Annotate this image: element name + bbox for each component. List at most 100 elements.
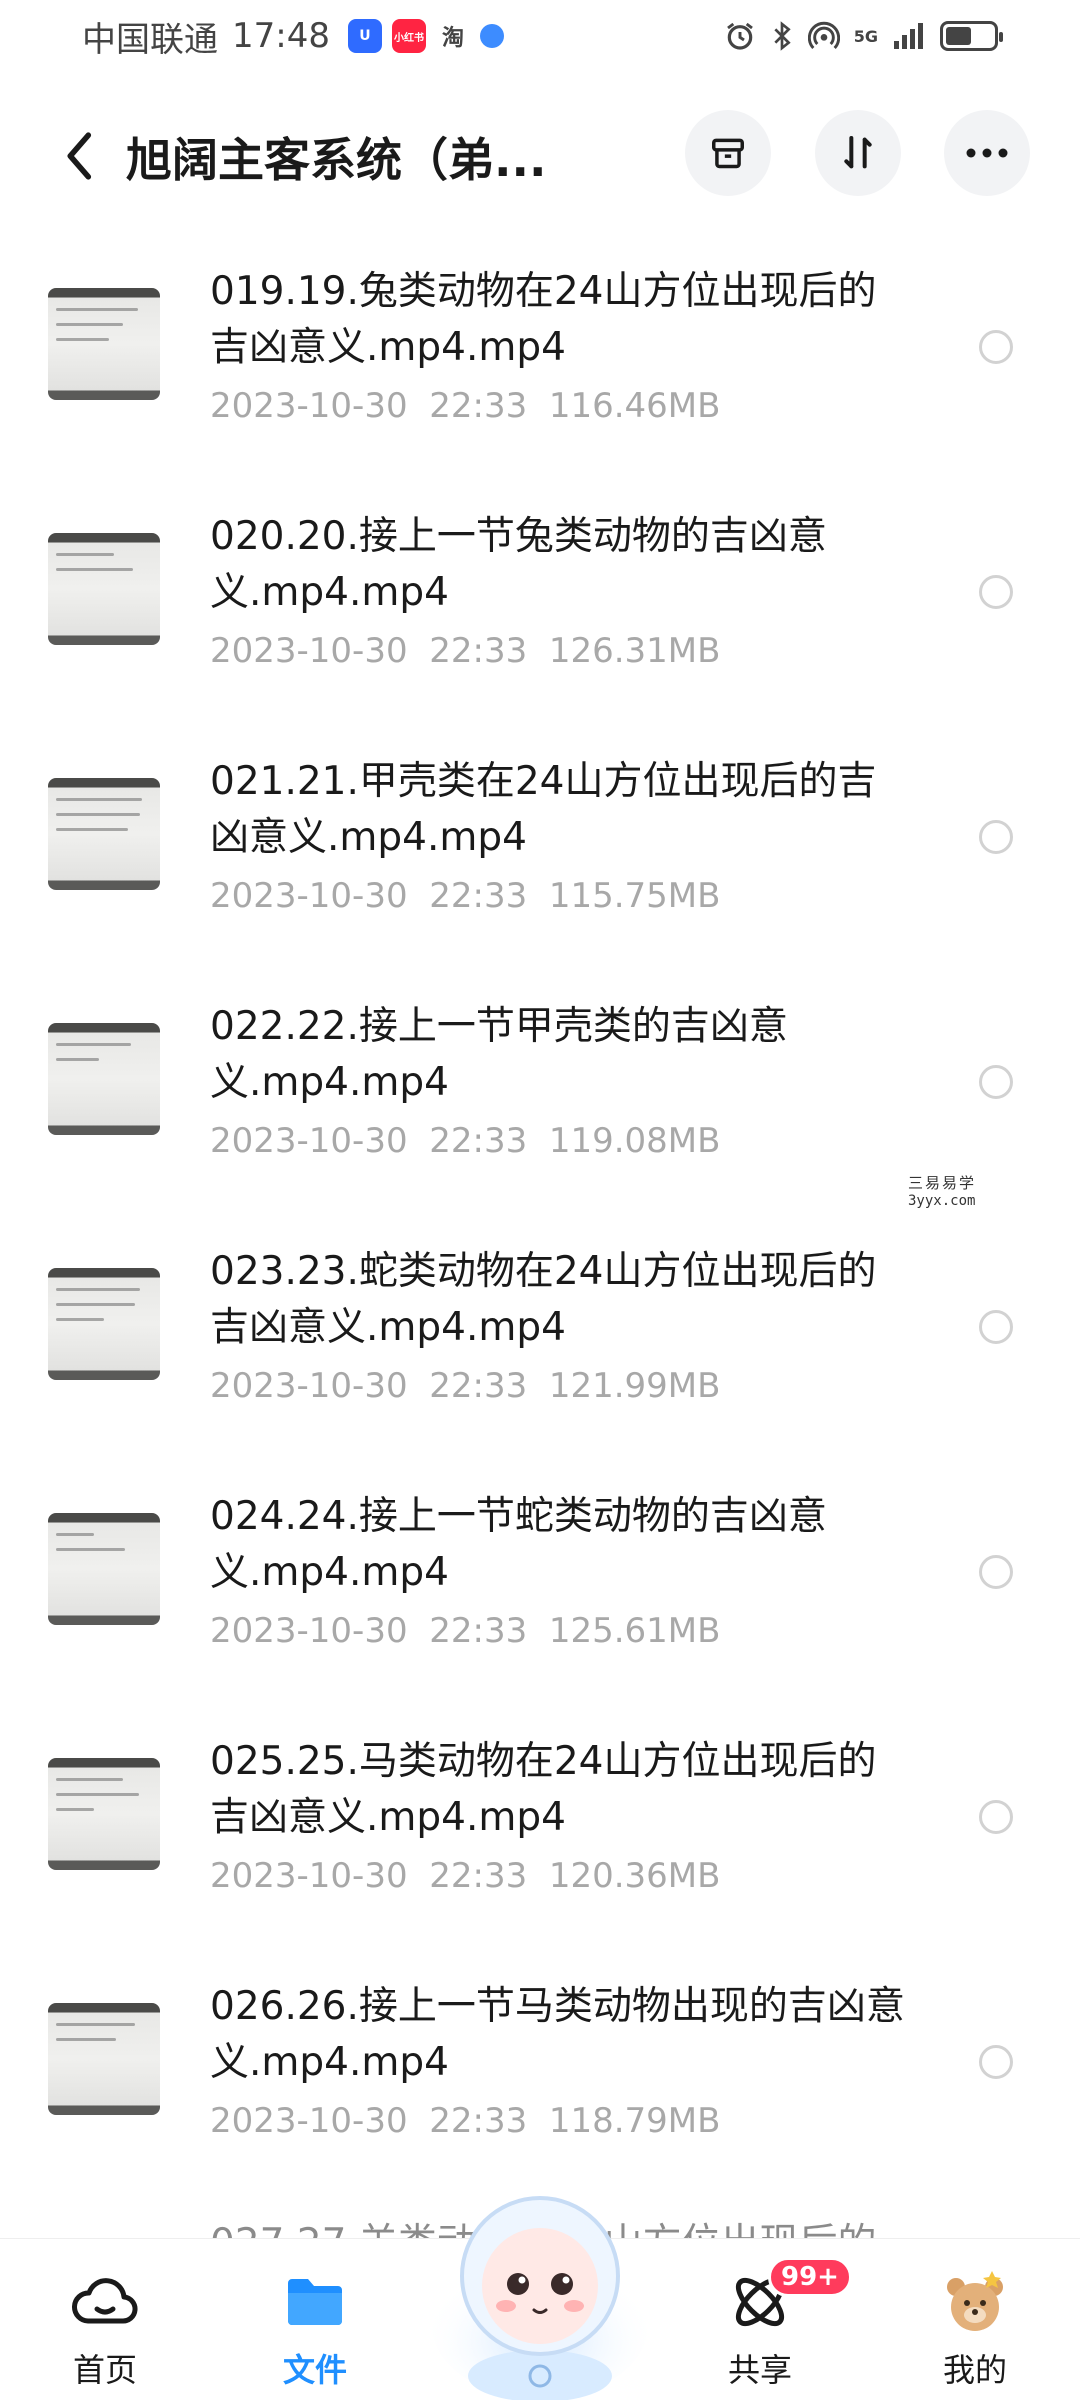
file-name: 025.25.马类动物在24山方位出现后的吉凶意义.mp4.mp4 (210, 1739, 877, 1840)
video-thumbnail (48, 288, 160, 400)
file-row[interactable]: 019.19.兔类动物在24山方位出现后的吉凶意义.mp4.mp4 2023-1… (0, 246, 1080, 491)
select-checkbox[interactable] (979, 1310, 1013, 1344)
more-button[interactable] (944, 110, 1030, 196)
sort-icon (844, 136, 872, 169)
file-size: 116.46MB (548, 386, 721, 426)
status-bar: 中国联通 17:48 U 小红书 淘 5G (0, 0, 1080, 72)
clock-time: 17:48 (232, 16, 330, 56)
nav-label: 首页 (72, 2351, 137, 2389)
file-meta: 2023-10-30 22:33 116.46MB (210, 386, 720, 426)
select-checkbox[interactable] (979, 1555, 1013, 1589)
video-thumbnail (48, 533, 160, 645)
select-checkbox[interactable] (979, 575, 1013, 609)
folder-icon (288, 2279, 342, 2325)
file-meta: 2023-10-30 22:33 120.36MB (210, 1856, 720, 1896)
file-time: 22:33 (429, 631, 528, 671)
more-dots-icon (966, 148, 1008, 158)
astronaut-mascot-icon (432, 2196, 648, 2400)
file-date: 2023-10-30 (210, 1856, 408, 1896)
page-title: 旭阔主客系统（弟... (126, 133, 547, 187)
file-meta: 2023-10-30 22:33 121.99MB (210, 1366, 720, 1406)
alarm-icon (726, 22, 753, 50)
file-row[interactable]: 025.25.马类动物在24山方位出现后的吉凶意义.mp4.mp4 2023-1… (0, 1716, 1080, 1961)
file-list: 019.19.兔类动物在24山方位出现后的吉凶意义.mp4.mp4 2023-1… (0, 246, 1080, 2266)
battery-icon (940, 21, 1003, 51)
file-size: 126.31MB (548, 631, 721, 671)
file-time: 22:33 (429, 2101, 528, 2141)
video-thumbnail (48, 778, 160, 890)
watermark-url: 3yyx.com (908, 1193, 976, 1209)
select-checkbox[interactable] (979, 1065, 1013, 1099)
watermark-text: 三易易学 (908, 1174, 977, 1192)
file-size: 118.79MB (548, 2101, 721, 2141)
video-thumbnail (48, 1268, 160, 1380)
nav-label: 文件 (282, 2351, 347, 2389)
notification-badge: 99+ (768, 2257, 852, 2297)
hotspot-icon (807, 21, 840, 50)
file-date: 2023-10-30 (210, 2101, 408, 2141)
video-thumbnail (48, 1758, 160, 1870)
assistant-mascot-button[interactable] (430, 2176, 650, 2400)
video-thumbnail (48, 1513, 160, 1625)
file-meta: 2023-10-30 22:33 119.08MB (210, 1121, 720, 1161)
network-type: 5G (853, 26, 878, 46)
file-time: 22:33 (429, 1856, 528, 1896)
avatar-bear-icon (947, 2271, 1003, 2331)
file-name: 022.22.接上一节甲壳类的吉凶意义.mp4.mp4 (210, 1004, 788, 1105)
file-date: 2023-10-30 (210, 631, 408, 671)
signal-icon (894, 23, 923, 49)
nav-label: 我的 (942, 2351, 1007, 2389)
file-row[interactable]: 023.23.蛇类动物在24山方位出现后的吉凶意义.mp4.mp4 2023-1… (0, 1226, 1080, 1471)
cloud-icon (72, 2278, 138, 2324)
file-row[interactable]: 021.21.甲壳类在24山方位出现后的吉凶意义.mp4.mp4 2023-10… (0, 736, 1080, 981)
screen: 中国联通 17:48 U 小红书 淘 5G 旭阔主客系统（弟... 019.19… (0, 0, 1080, 2400)
file-date: 2023-10-30 (210, 1121, 408, 1161)
file-name: 026.26.接上一节马类动物出现的吉凶意义.mp4.mp4 (210, 1984, 905, 2085)
file-date: 2023-10-30 (210, 386, 408, 426)
carrier-name: 中国联通 (82, 19, 218, 60)
file-size: 125.61MB (548, 1611, 721, 1651)
file-date: 2023-10-30 (210, 1611, 408, 1651)
file-size: 115.75MB (548, 876, 721, 916)
select-checkbox[interactable] (979, 820, 1013, 854)
nav-item-me[interactable]: 我的 (895, 2239, 1055, 2400)
file-size: 119.08MB (548, 1121, 721, 1161)
taobao-icon: 淘 (441, 26, 464, 51)
watermark: 三易易学 3yyx.com (908, 1172, 1028, 1209)
status-right: 5G (724, 20, 1003, 52)
file-meta: 2023-10-30 22:33 126.31MB (210, 631, 720, 671)
file-name: 021.21.甲壳类在24山方位出现后的吉凶意义.mp4.mp4 (210, 759, 877, 860)
archive-button[interactable] (685, 110, 771, 196)
file-time: 22:33 (429, 1611, 528, 1651)
file-meta: 2023-10-30 22:33 125.61MB (210, 1611, 720, 1651)
chevron-left-icon (67, 132, 92, 180)
file-row[interactable]: 020.20.接上一节兔类动物的吉凶意义.mp4.mp4 2023-10-30 … (0, 491, 1080, 736)
file-date: 2023-10-30 (210, 876, 408, 916)
file-time: 22:33 (429, 1366, 528, 1406)
file-row[interactable]: 026.26.接上一节马类动物出现的吉凶意义.mp4.mp4 2023-10-3… (0, 1961, 1080, 2206)
sort-button[interactable] (815, 110, 901, 196)
archive-icon (712, 138, 744, 169)
file-name: 019.19.兔类动物在24山方位出现后的吉凶意义.mp4.mp4 (210, 269, 877, 370)
select-checkbox[interactable] (979, 2045, 1013, 2079)
back-button[interactable] (50, 126, 110, 186)
vpn-icon (479, 24, 504, 48)
file-time: 22:33 (429, 1121, 528, 1161)
file-meta: 2023-10-30 22:33 118.79MB (210, 2101, 720, 2141)
nav-item-files[interactable]: 文件 (235, 2239, 395, 2400)
file-size: 120.36MB (548, 1856, 721, 1896)
file-name: 020.20.接上一节兔类动物的吉凶意义.mp4.mp4 (210, 514, 827, 615)
header: 旭阔主客系统（弟... (0, 100, 1080, 210)
file-size: 121.99MB (548, 1366, 721, 1406)
file-row[interactable]: 024.24.接上一节蛇类动物的吉凶意义.mp4.mp4 2023-10-30 … (0, 1471, 1080, 1716)
nav-item-home[interactable]: 首页 (25, 2239, 185, 2400)
file-meta: 2023-10-30 22:33 115.75MB (210, 876, 720, 916)
file-date: 2023-10-30 (210, 1366, 408, 1406)
status-left: 中国联通 17:48 U 小红书 淘 (82, 12, 504, 61)
nav-item-share[interactable]: 99+ 共享 (680, 2239, 852, 2400)
u-app-icon: U (347, 19, 382, 53)
file-name: 023.23.蛇类动物在24山方位出现后的吉凶意义.mp4.mp4 (210, 1249, 877, 1350)
xiaohongshu-icon: 小红书 (391, 19, 426, 53)
select-checkbox[interactable] (979, 330, 1013, 364)
select-checkbox[interactable] (979, 1800, 1013, 1834)
